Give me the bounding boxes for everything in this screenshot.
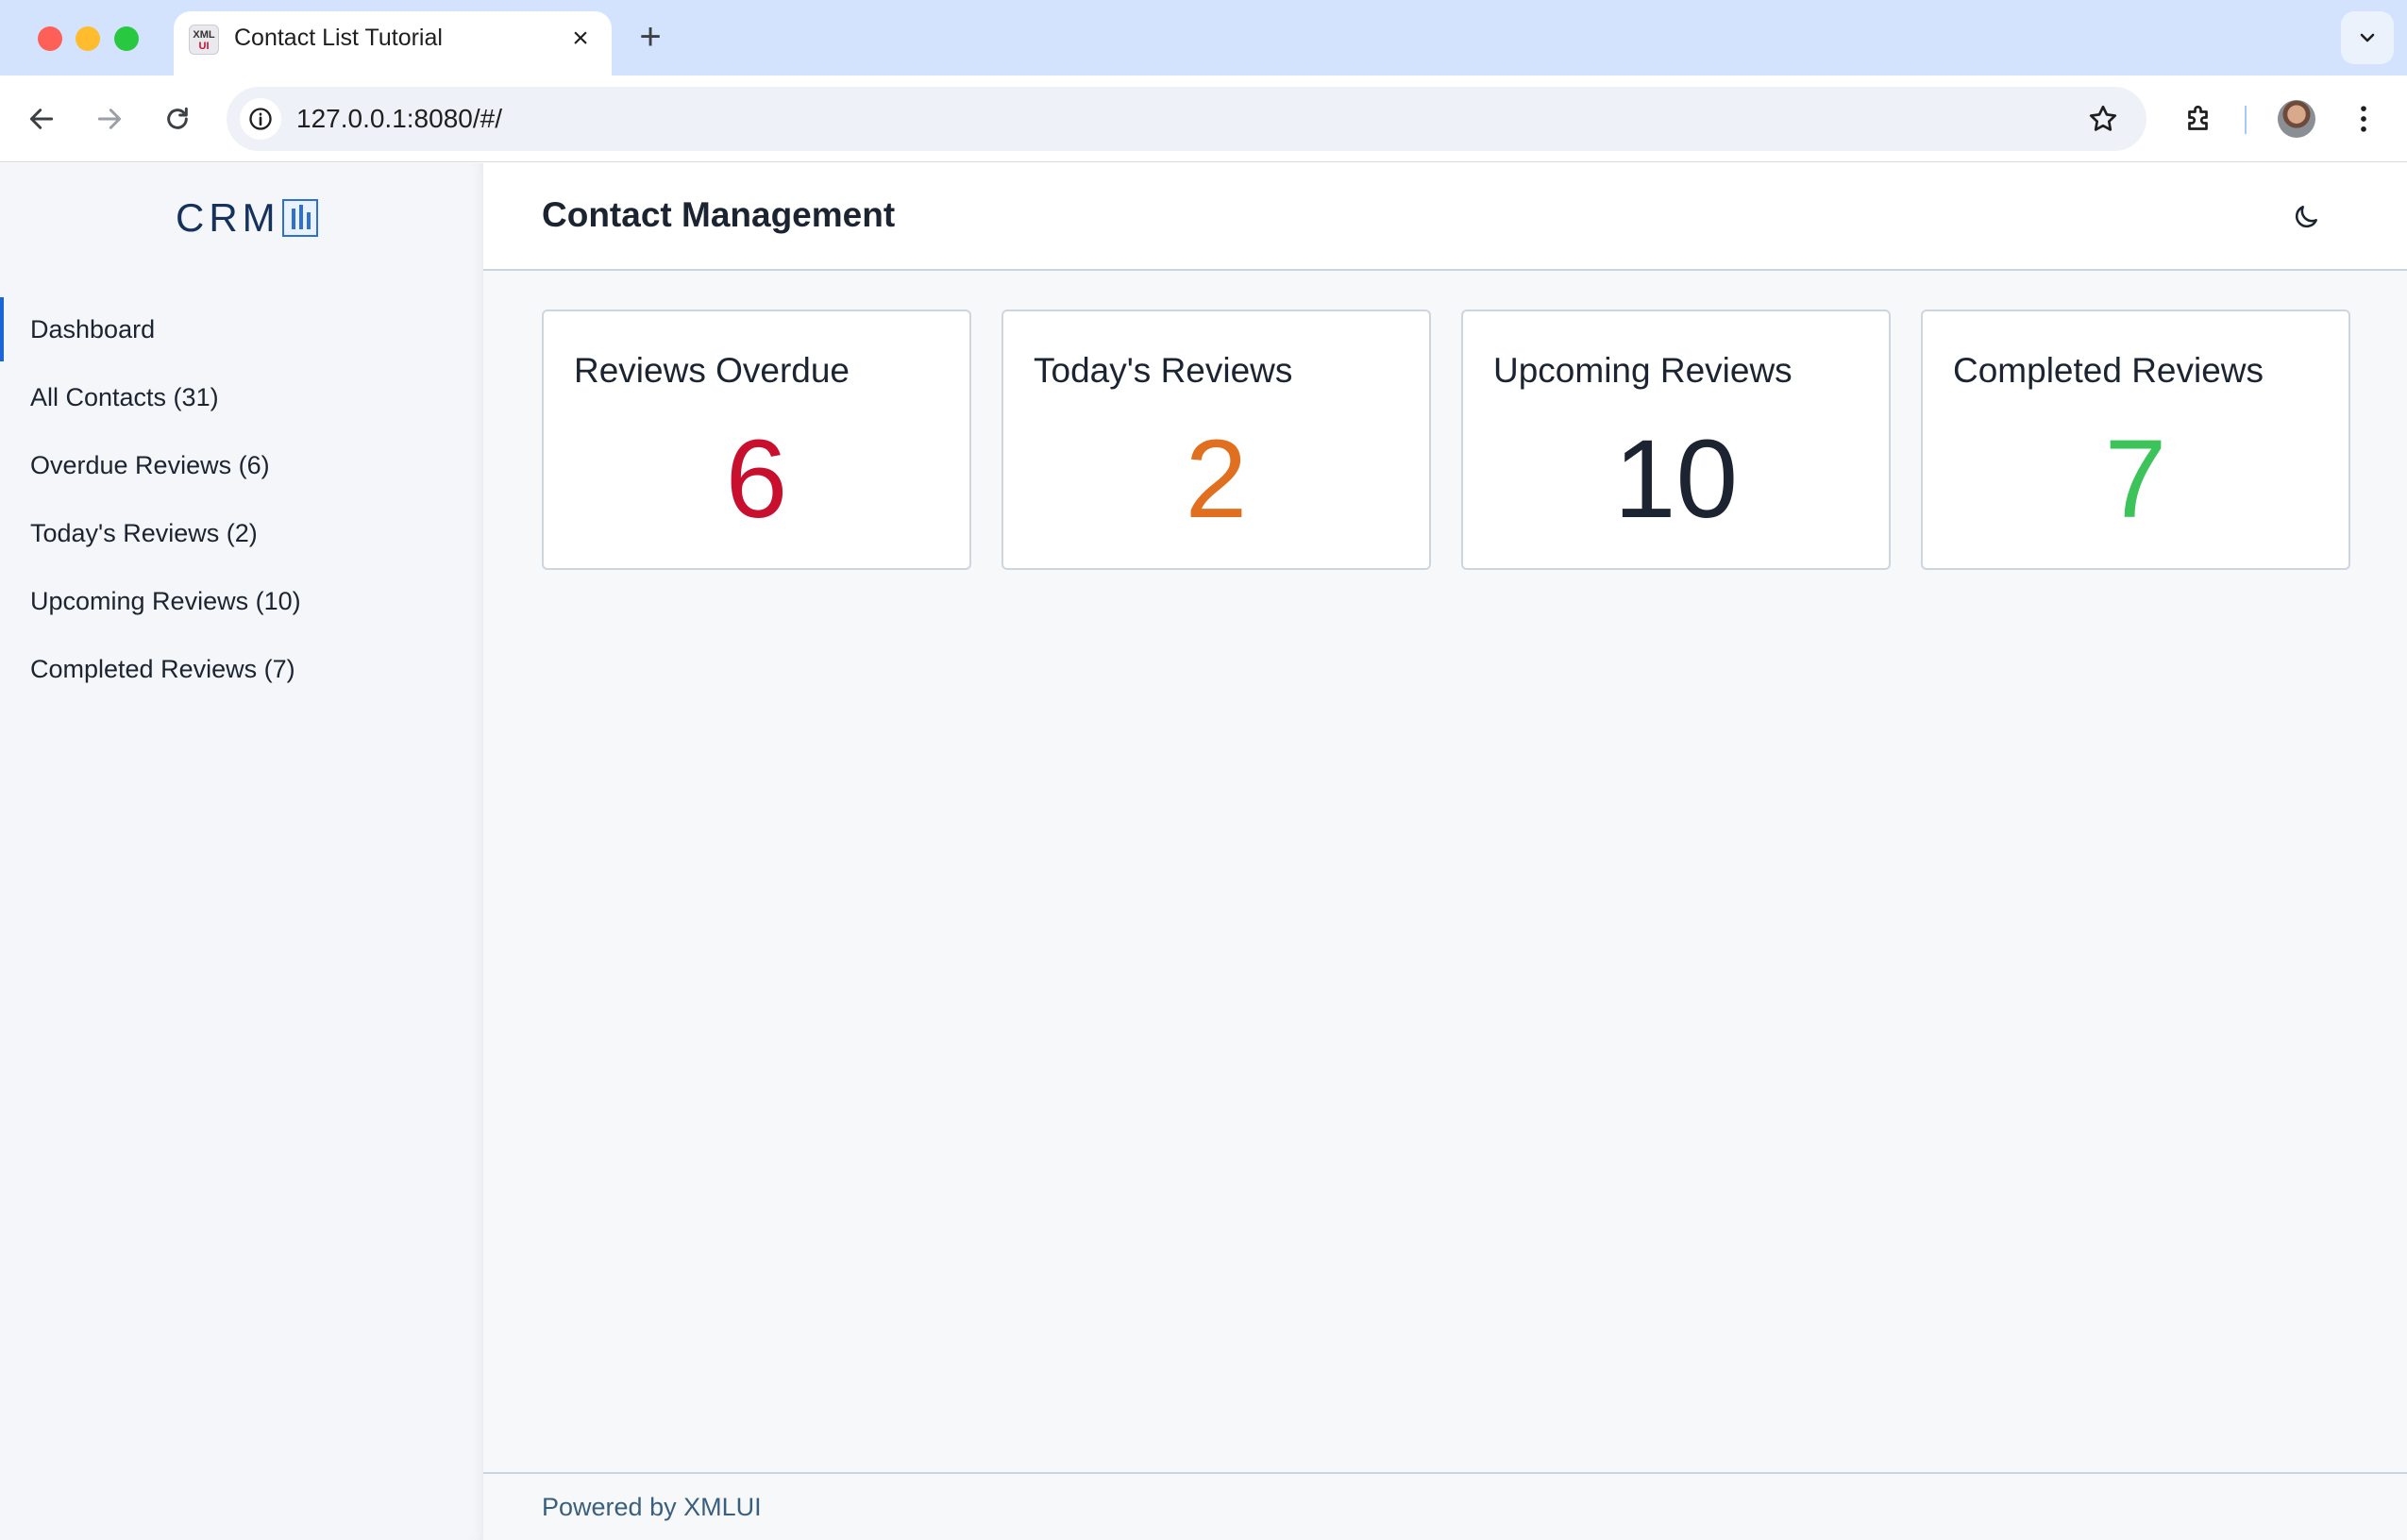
minimize-window-button[interactable] <box>76 26 100 51</box>
more-vertical-icon <box>2361 106 2366 132</box>
extensions-button[interactable] <box>2177 96 2222 142</box>
puzzle-icon <box>2188 105 2208 130</box>
page-title: Contact Management <box>542 195 896 234</box>
app-footer: Powered by XMLUI <box>483 1472 2407 1540</box>
browser-menu-button[interactable] <box>2345 100 2382 138</box>
sidebar-item-dashboard[interactable]: Dashboard <box>0 295 483 363</box>
browser-toolbar: 127.0.0.1:8080/#/ <box>0 75 2407 162</box>
card-value: 10 <box>1613 417 1739 542</box>
forward-button[interactable] <box>87 96 132 142</box>
sidebar-nav: Dashboard All Contacts (31) Overdue Revi… <box>0 295 483 703</box>
card-reviews-overdue[interactable]: Reviews Overdue 6 <box>542 310 971 570</box>
sidebar-item-upcoming-reviews[interactable]: Upcoming Reviews (10) <box>0 567 483 635</box>
card-todays-reviews[interactable]: Today's Reviews 2 <box>1002 310 1431 570</box>
toolbar-divider <box>2245 106 2247 134</box>
card-value: 6 <box>725 417 788 542</box>
bookmark-star-icon[interactable] <box>2086 102 2120 136</box>
card-title: Reviews Overdue <box>574 351 850 390</box>
xmlui-favicon-icon: XML UI <box>189 25 219 55</box>
card-title: Completed Reviews <box>1953 351 2264 390</box>
maximize-window-button[interactable] <box>114 26 139 51</box>
stats-cards: Reviews Overdue 6 Today's Reviews 2 Upco… <box>542 310 2350 570</box>
card-upcoming-reviews[interactable]: Upcoming Reviews 10 <box>1461 310 1891 570</box>
chevron-down-icon <box>2360 33 2375 42</box>
arrow-left-icon <box>29 109 54 129</box>
theme-toggle-button[interactable] <box>2284 195 2328 239</box>
moon-icon <box>2295 206 2317 228</box>
back-button[interactable] <box>19 96 64 142</box>
logo-text: CRM <box>176 195 280 240</box>
card-title: Upcoming Reviews <box>1493 351 1793 390</box>
address-bar[interactable]: 127.0.0.1:8080/#/ <box>227 87 2146 151</box>
url-text: 127.0.0.1:8080/#/ <box>296 104 502 133</box>
bar-chart-icon <box>281 199 318 237</box>
card-title: Today's Reviews <box>1034 351 1293 390</box>
browser-tab[interactable]: XML UI Contact List Tutorial × <box>174 11 612 75</box>
card-value: 7 <box>2104 417 2167 542</box>
browser-tab-bar: XML UI Contact List Tutorial × + <box>0 0 2407 75</box>
site-info-button[interactable] <box>240 98 281 140</box>
favicon-text-top: XML <box>193 29 215 41</box>
profile-avatar[interactable] <box>2278 100 2315 138</box>
sidebar: CRM Dashboard All Contacts (31) Overdue … <box>0 163 483 1540</box>
tab-search-dropdown-button[interactable] <box>2341 11 2394 64</box>
card-value: 2 <box>1185 417 1248 542</box>
crm-logo[interactable]: CRM <box>176 194 318 242</box>
reload-icon <box>167 107 188 129</box>
sidebar-item-overdue-reviews[interactable]: Overdue Reviews (6) <box>0 431 483 499</box>
sidebar-item-all-contacts[interactable]: All Contacts (31) <box>0 363 483 431</box>
favicon-text-bottom: UI <box>198 41 210 52</box>
app-header: Contact Management <box>483 163 2407 271</box>
tab-close-icon[interactable]: × <box>566 25 595 53</box>
sidebar-item-completed-reviews[interactable]: Completed Reviews (7) <box>0 635 483 703</box>
info-icon <box>249 108 272 130</box>
powered-by-link[interactable]: Powered by XMLUI <box>542 1493 762 1522</box>
main-content: Contact Management Reviews Overdue 6 Tod… <box>483 163 2407 1540</box>
reload-button[interactable] <box>155 96 200 142</box>
tab-title: Contact List Tutorial <box>234 25 443 51</box>
sidebar-item-todays-reviews[interactable]: Today's Reviews (2) <box>0 499 483 567</box>
arrow-right-icon <box>97 109 122 129</box>
new-tab-button[interactable]: + <box>632 18 668 56</box>
close-window-button[interactable] <box>38 26 62 51</box>
card-completed-reviews[interactable]: Completed Reviews 7 <box>1921 310 2350 570</box>
